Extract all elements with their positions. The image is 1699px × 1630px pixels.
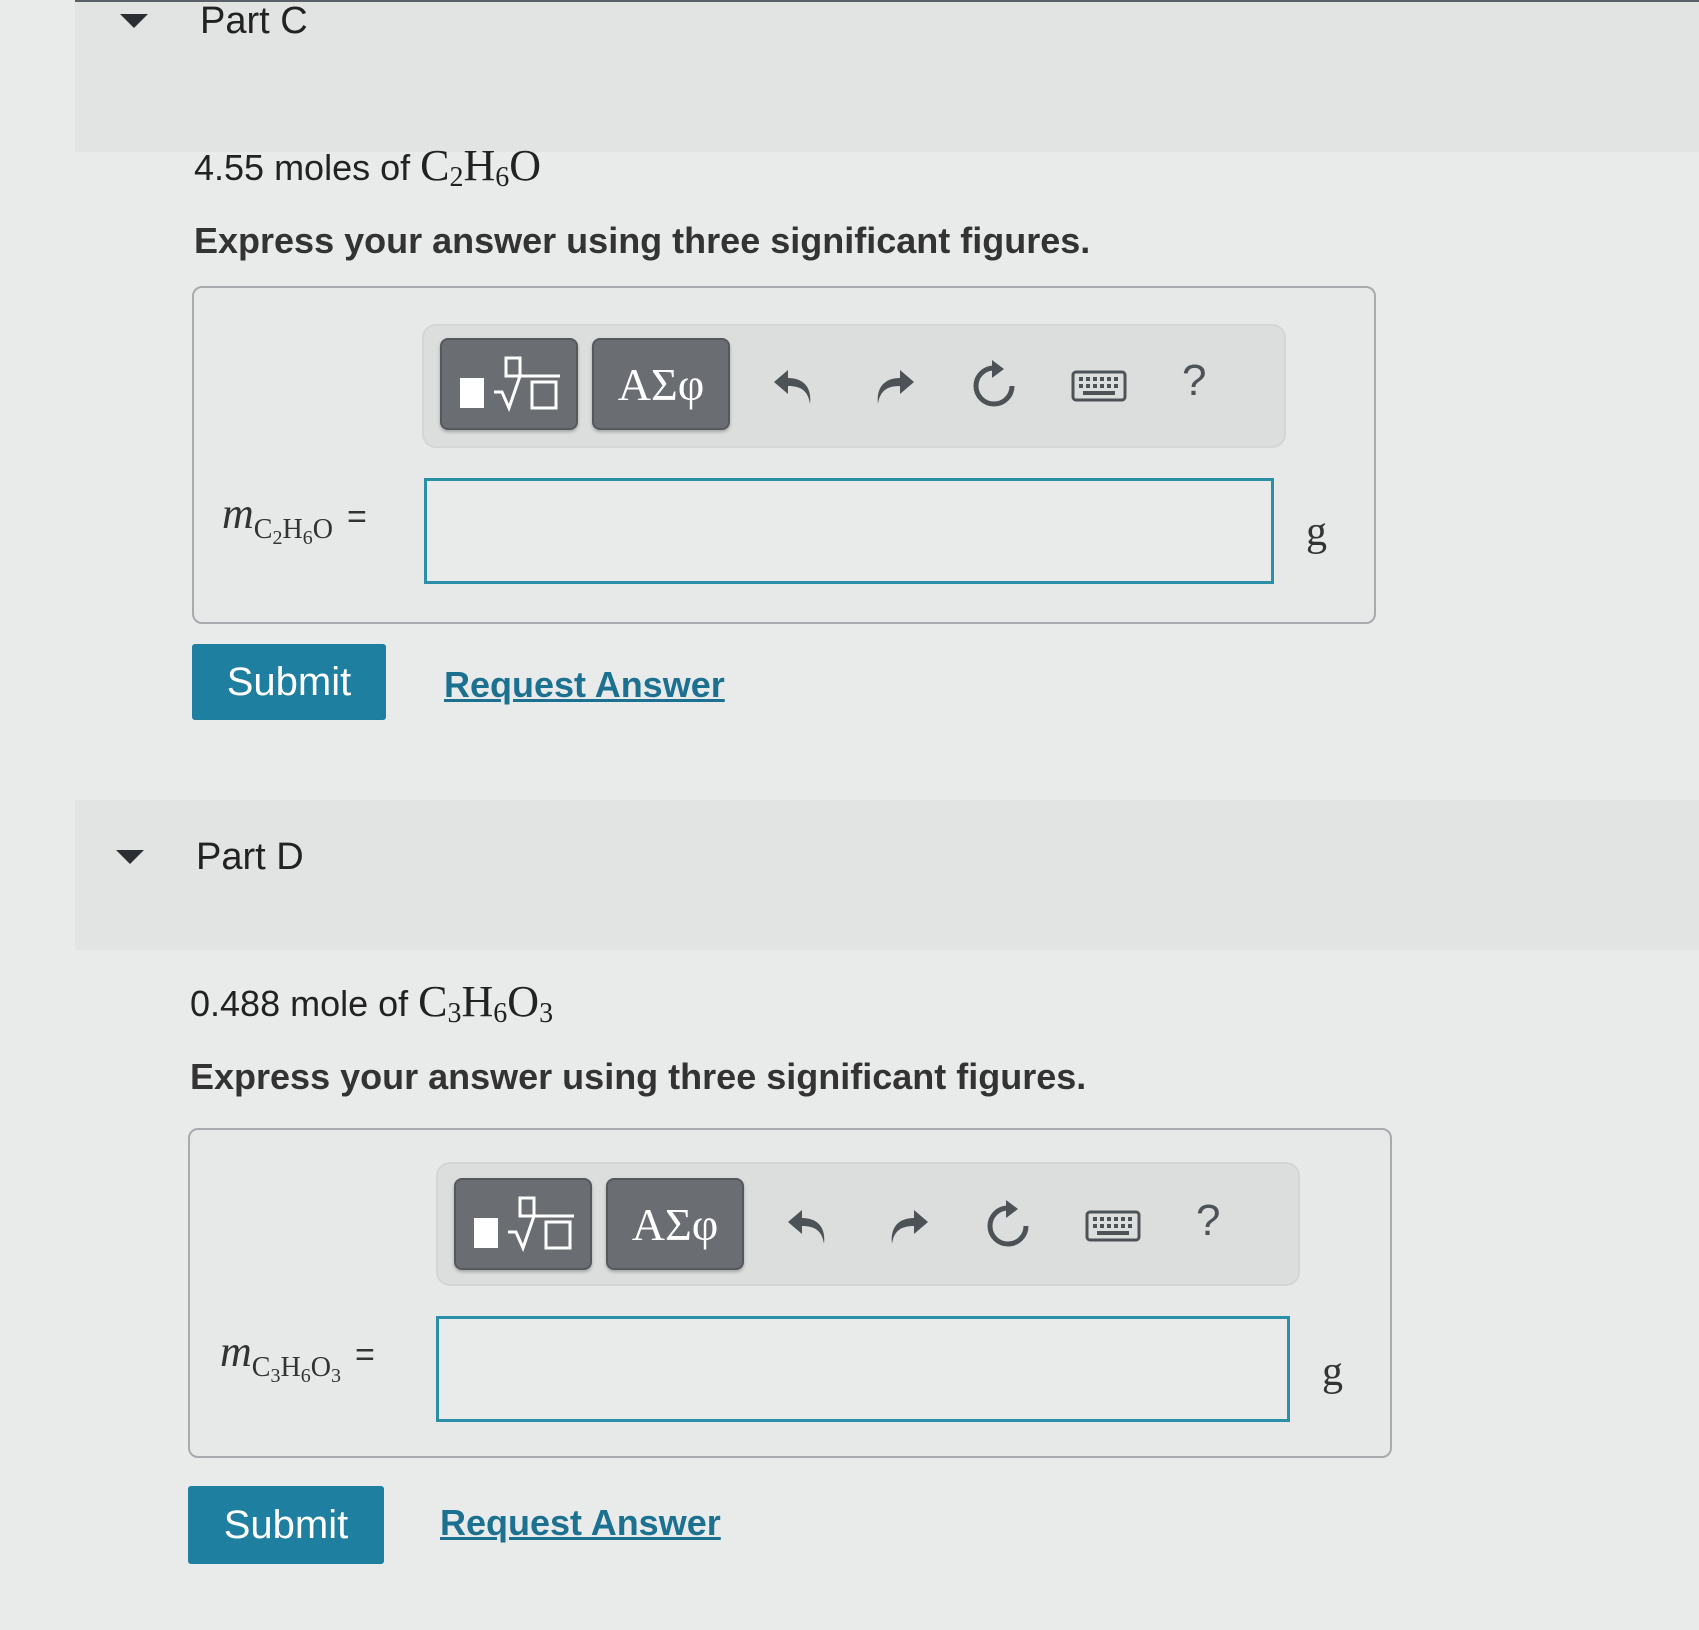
- part-c-answer-input[interactable]: [424, 478, 1274, 584]
- greek-symbols-label: ΑΣφ: [631, 1198, 719, 1250]
- part-c-answer-box: ΑΣφ ? mC2H6O = g: [192, 286, 1376, 624]
- part-c-title: Part C: [200, 0, 308, 42]
- part-c-submit-button[interactable]: Submit: [192, 644, 386, 720]
- part-c-variable-label: mC2H6O =: [222, 489, 367, 549]
- templates-button[interactable]: [440, 338, 578, 430]
- part-c-instruction: Express your answer using three signific…: [194, 220, 1091, 261]
- part-d-formula: C3H6O3: [418, 977, 554, 1029]
- part-d-unit: g: [1322, 1349, 1343, 1395]
- part-c-header[interactable]: [75, 0, 1699, 152]
- keyboard-button[interactable]: [1078, 1196, 1148, 1256]
- undo-icon: [788, 1210, 825, 1244]
- greek-symbols-button[interactable]: ΑΣφ: [592, 338, 730, 430]
- part-c-unit: g: [1306, 509, 1327, 555]
- undo-button[interactable]: [764, 356, 824, 416]
- caret-down-icon[interactable]: [120, 14, 148, 28]
- part-d-submit-button[interactable]: Submit: [188, 1486, 384, 1564]
- part-c-request-answer-link[interactable]: Request Answer: [444, 664, 725, 706]
- part-d-math-toolbar: ΑΣφ ?: [436, 1162, 1300, 1286]
- part-c-prompt-text: 4.55 moles of: [194, 147, 421, 188]
- redo-icon: [877, 370, 914, 404]
- redo-button[interactable]: [878, 1196, 938, 1256]
- reset-button[interactable]: [964, 356, 1024, 416]
- templates-icon: [460, 356, 560, 413]
- part-d-prompt-text: 0.488 mole of: [190, 983, 419, 1024]
- keyboard-button[interactable]: [1064, 356, 1134, 416]
- keyboard-icon: [1071, 370, 1127, 402]
- part-d-prompt: 0.488 mole of C3H6O3: [190, 976, 553, 1030]
- reset-button[interactable]: [978, 1196, 1038, 1256]
- undo-icon: [774, 370, 811, 404]
- reset-icon: [973, 360, 1015, 407]
- templates-icon: [474, 1196, 574, 1253]
- part-c-formula: C2H6O: [420, 141, 542, 193]
- part-d-answer-input[interactable]: [436, 1316, 1290, 1422]
- keyboard-icon: [1085, 1210, 1141, 1242]
- part-c-prompt: 4.55 moles of C2H6O: [194, 140, 541, 194]
- help-button[interactable]: ?: [1196, 1196, 1220, 1246]
- redo-icon: [891, 1210, 928, 1244]
- part-d-variable-label: mC3H6O3=: [220, 1327, 375, 1387]
- templates-button[interactable]: [454, 1178, 592, 1270]
- redo-button[interactable]: [864, 356, 924, 416]
- part-d-title: Part D: [196, 836, 304, 878]
- part-c-math-toolbar: ΑΣφ ?: [422, 324, 1286, 448]
- part-d-header[interactable]: [75, 800, 1699, 950]
- caret-down-icon[interactable]: [116, 850, 144, 864]
- greek-symbols-button[interactable]: ΑΣφ: [606, 1178, 744, 1270]
- undo-button[interactable]: [778, 1196, 838, 1256]
- part-d-answer-box: ΑΣφ ? mC3H6O3= g: [188, 1128, 1392, 1458]
- part-d-instruction: Express your answer using three signific…: [190, 1056, 1087, 1097]
- help-button[interactable]: ?: [1182, 356, 1206, 406]
- greek-symbols-label: ΑΣφ: [617, 358, 705, 410]
- reset-icon: [987, 1200, 1029, 1247]
- part-d-request-answer-link[interactable]: Request Answer: [440, 1502, 721, 1544]
